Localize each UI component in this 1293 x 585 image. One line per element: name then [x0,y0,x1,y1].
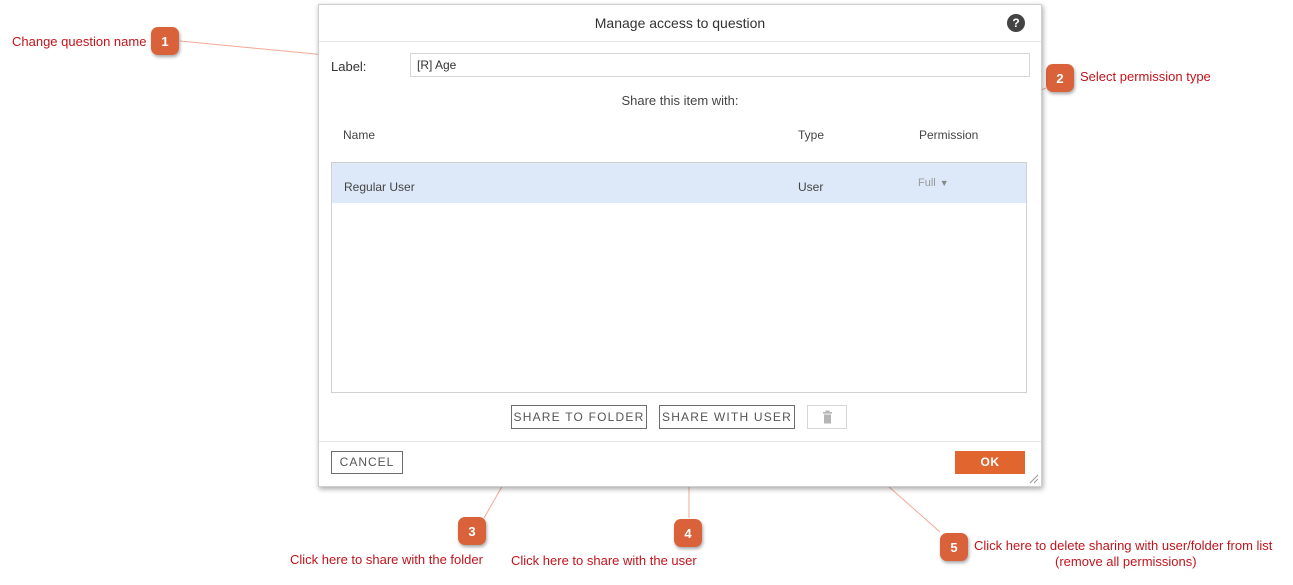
row-type: User [798,180,824,194]
share-with-user-button[interactable]: SHARE WITH USER [659,405,795,429]
callout-3-text: Click here to share with the folder [290,552,483,567]
permission-dropdown[interactable]: Full ▼ [918,177,949,189]
column-header-name[interactable]: Name [343,128,375,142]
callout-3-badge: 3 [458,517,486,545]
table-row[interactable]: Regular User User Full ▼ [332,163,1026,203]
permission-value: Full [918,177,936,189]
callout-5-badge: 5 [940,533,968,561]
row-name: Regular User [344,180,415,194]
share-list: Regular User User Full ▼ [331,162,1027,393]
cancel-button[interactable]: CANCEL [331,451,403,474]
dialog-title: Manage access to question [319,5,1041,42]
column-header-type[interactable]: Type [798,128,824,142]
callout-4-text: Click here to share with the user [511,553,697,568]
share-to-folder-button[interactable]: SHARE TO FOLDER [511,405,647,429]
callout-2-badge: 2 [1046,64,1074,92]
dropdown-arrow-icon: ▼ [939,178,949,188]
label-field-label: Label: [331,59,367,74]
manage-access-dialog: Manage access to question ? Label: Share… [318,4,1042,487]
callout-2-text: Select permission type [1080,69,1211,84]
footer-divider [319,441,1041,442]
column-header-permission[interactable]: Permission [919,128,978,142]
label-input[interactable] [410,53,1030,77]
share-heading: Share this item with: [621,93,739,108]
callout-5-text-line2: (remove all permissions) [1055,554,1197,569]
resize-grip-icon[interactable] [1029,474,1039,484]
callout-1-text: Change question name [12,34,147,49]
callout-1-badge: 1 [151,27,179,55]
trash-icon [823,410,832,424]
ok-button[interactable]: OK [955,451,1025,474]
callout-5-text: Click here to delete sharing with user/f… [974,538,1273,553]
delete-sharing-button[interactable] [807,405,847,429]
help-icon[interactable]: ? [1007,14,1025,32]
callout-4-badge: 4 [674,519,702,547]
